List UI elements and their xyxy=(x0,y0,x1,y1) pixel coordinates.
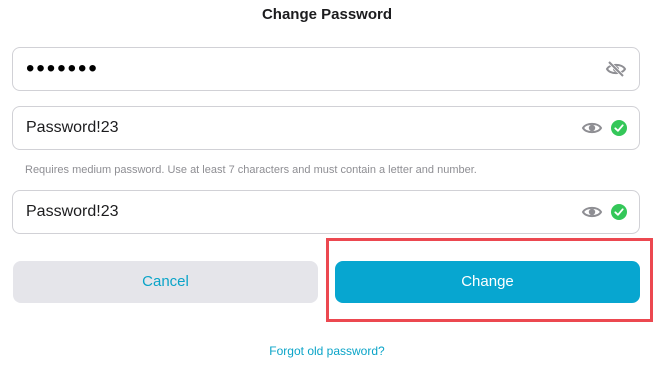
change-password-dialog: Change Password ••••••• Password!23 Requ… xyxy=(0,0,654,368)
eye-icon[interactable] xyxy=(581,203,603,221)
password-requirements-hint: Requires medium password. Use at least 7… xyxy=(25,164,477,176)
confirm-password-value: Password!23 xyxy=(26,203,119,220)
forgot-password-link[interactable]: Forgot old password? xyxy=(0,344,654,358)
eye-icon[interactable] xyxy=(581,119,603,137)
current-password-value: ••••••• xyxy=(26,55,99,82)
change-button[interactable]: Change xyxy=(335,261,640,303)
eye-slash-icon[interactable] xyxy=(605,60,627,78)
check-circle-icon xyxy=(611,204,627,220)
cancel-button[interactable]: Cancel xyxy=(13,261,318,303)
confirm-password-field[interactable]: Password!23 xyxy=(12,190,640,234)
page-title: Change Password xyxy=(261,6,393,23)
new-password-field[interactable]: Password!23 xyxy=(12,106,640,150)
check-circle-icon xyxy=(611,120,627,136)
current-password-field[interactable]: ••••••• xyxy=(12,47,640,91)
new-password-value: Password!23 xyxy=(26,119,119,136)
